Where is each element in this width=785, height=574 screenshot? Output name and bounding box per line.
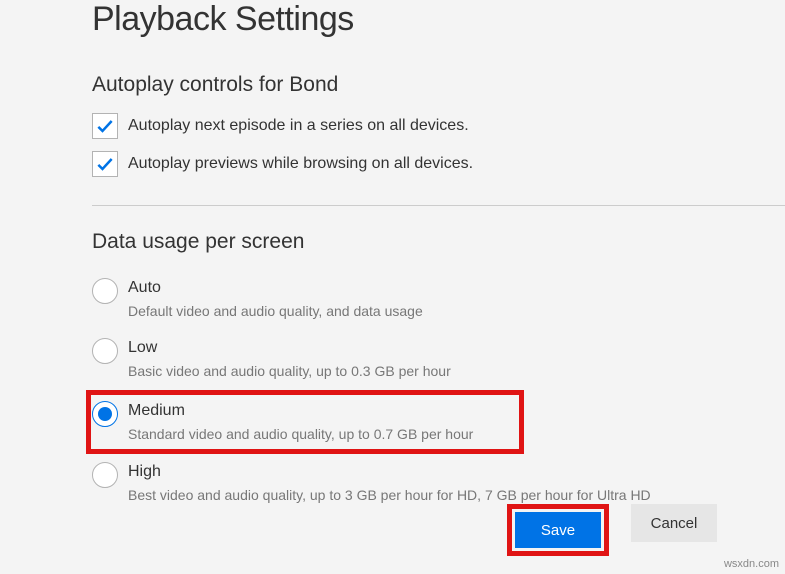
- data-usage-medium-desc: Standard video and audio quality, up to …: [128, 425, 473, 443]
- data-usage-high-desc: Best video and audio quality, up to 3 GB…: [128, 486, 651, 504]
- data-usage-high-text: High Best video and audio quality, up to…: [128, 462, 651, 504]
- data-usage-auto-desc: Default video and audio quality, and dat…: [128, 302, 423, 320]
- data-usage-low-radio[interactable]: [92, 338, 118, 364]
- checkmark-icon: [95, 154, 115, 174]
- watermark: wsxdn.com: [724, 558, 779, 570]
- checkmark-icon: [95, 116, 115, 136]
- data-usage-options: Auto Default video and audio quality, an…: [92, 270, 785, 514]
- radio-selected-icon: [98, 407, 112, 421]
- data-usage-auto-text: Auto Default video and audio quality, an…: [128, 278, 423, 320]
- autoplay-next-episode-label: Autoplay next episode in a series on all…: [128, 117, 469, 135]
- data-usage-medium-radio[interactable]: [92, 401, 118, 427]
- data-usage-low-text: Low Basic video and audio quality, up to…: [128, 338, 451, 380]
- autoplay-next-episode-checkbox[interactable]: [92, 113, 118, 139]
- data-usage-medium-text: Medium Standard video and audio quality,…: [128, 401, 473, 443]
- data-usage-auto-label: Auto: [128, 278, 423, 299]
- save-highlight: Save: [507, 504, 609, 556]
- data-usage-low-desc: Basic video and audio quality, up to 0.3…: [128, 362, 451, 380]
- data-usage-high-label: High: [128, 462, 651, 483]
- data-usage-auto-radio[interactable]: [92, 278, 118, 304]
- section-divider: [92, 205, 785, 206]
- data-usage-medium-label: Medium: [128, 401, 473, 422]
- autoplay-previews-row: Autoplay previews while browsing on all …: [92, 151, 785, 177]
- data-usage-low-label: Low: [128, 338, 451, 359]
- page-title: Playback Settings: [92, 0, 785, 39]
- data-usage-auto-row[interactable]: Auto Default video and audio quality, an…: [92, 270, 785, 330]
- data-usage-section-title: Data usage per screen: [92, 230, 785, 254]
- button-row: Save Cancel: [507, 504, 717, 556]
- data-usage-high-radio[interactable]: [92, 462, 118, 488]
- autoplay-section-title: Autoplay controls for Bond: [92, 73, 785, 97]
- save-button[interactable]: Save: [515, 512, 601, 548]
- autoplay-previews-label: Autoplay previews while browsing on all …: [128, 155, 473, 173]
- autoplay-next-episode-row: Autoplay next episode in a series on all…: [92, 113, 785, 139]
- data-usage-low-row[interactable]: Low Basic video and audio quality, up to…: [92, 330, 785, 390]
- autoplay-previews-checkbox[interactable]: [92, 151, 118, 177]
- data-usage-medium-row[interactable]: Medium Standard video and audio quality,…: [86, 390, 524, 454]
- cancel-button[interactable]: Cancel: [631, 504, 717, 542]
